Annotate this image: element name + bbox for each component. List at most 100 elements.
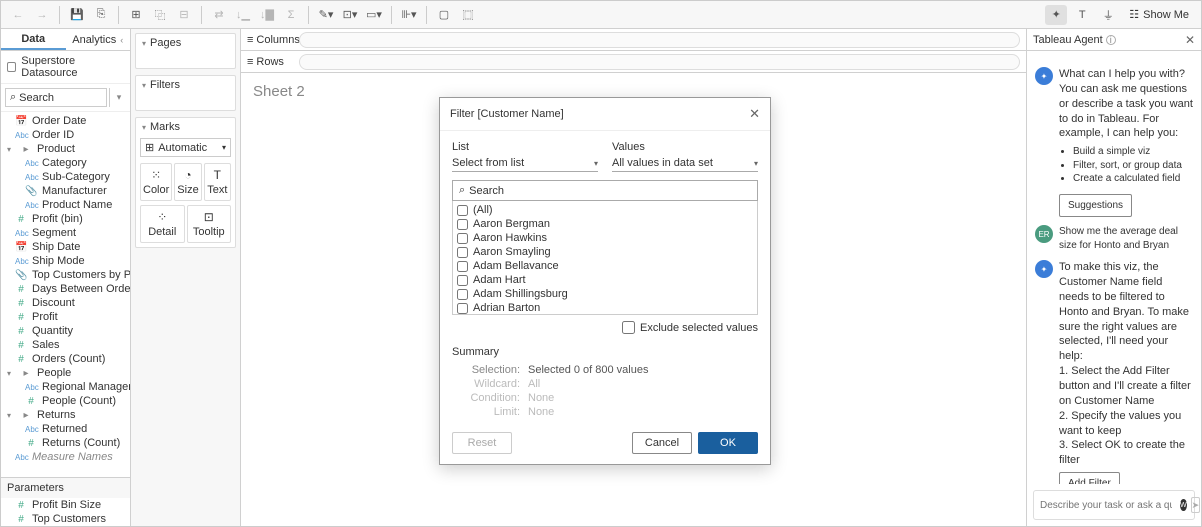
- format-icon[interactable]: T: [1071, 5, 1093, 25]
- filters-card[interactable]: ▾Filters: [135, 75, 236, 111]
- agent-text-input[interactable]: [1040, 500, 1172, 511]
- show-me-button[interactable]: ☷Show Me: [1123, 8, 1195, 21]
- rows-icon: ≡: [247, 56, 253, 68]
- send-button[interactable]: ➤: [1191, 497, 1201, 513]
- field-item[interactable]: #Orders (Count): [1, 352, 130, 366]
- sort-asc-icon[interactable]: ↓▁: [232, 5, 254, 25]
- field-item[interactable]: #Sales: [1, 338, 130, 352]
- clear-icon[interactable]: ⊟: [173, 5, 195, 25]
- worksheet-icon[interactable]: ▭▾: [363, 5, 385, 25]
- filter-item[interactable]: Adam Hart: [457, 273, 753, 287]
- field-item[interactable]: AbcProduct Name: [1, 198, 130, 212]
- field-list: 📅Order DateAbcOrder ID▾▸ProductAbcCatego…: [1, 112, 130, 477]
- save-icon[interactable]: 💾: [66, 5, 88, 25]
- filter-item-checkbox[interactable]: [457, 205, 468, 216]
- filter-item[interactable]: Aaron Bergman: [457, 217, 753, 231]
- mark-color[interactable]: ⁙Color: [140, 163, 172, 201]
- tab-data[interactable]: Data: [1, 29, 66, 50]
- agent-panel: Tableau Agent i ✕ ✦ What can I help you …: [1026, 29, 1201, 526]
- field-item[interactable]: #Profit: [1, 310, 130, 324]
- field-search-input[interactable]: ⌕Search: [5, 88, 107, 107]
- cards-icon[interactable]: ⿴: [457, 5, 479, 25]
- parameters-header: Parameters: [1, 477, 130, 498]
- field-item[interactable]: AbcShip Mode: [1, 254, 130, 268]
- field-item[interactable]: 📅Ship Date: [1, 240, 130, 254]
- filter-search-input[interactable]: ⌕ Search: [452, 180, 758, 201]
- highlight-icon[interactable]: ✎▾: [315, 5, 337, 25]
- back-icon[interactable]: ←: [7, 5, 29, 25]
- info-icon[interactable]: i: [1106, 35, 1116, 45]
- field-item[interactable]: #People (Count): [1, 394, 130, 408]
- field-view-dropdown[interactable]: ▾: [112, 88, 126, 107]
- cancel-button[interactable]: Cancel: [632, 432, 692, 454]
- field-item[interactable]: AbcReturned: [1, 422, 130, 436]
- new-ws-icon[interactable]: ⊞: [125, 5, 147, 25]
- dialog-close-icon[interactable]: ✕: [749, 106, 760, 122]
- field-item[interactable]: #Returns (Count): [1, 436, 130, 450]
- agent-title: Tableau Agent: [1033, 34, 1103, 46]
- dup-icon[interactable]: ⿻: [149, 5, 171, 25]
- filter-item-checkbox[interactable]: [457, 303, 468, 314]
- field-item[interactable]: AbcRegional Manager: [1, 380, 130, 394]
- filter-item[interactable]: Aaron Hawkins: [457, 231, 753, 245]
- filter-item-checkbox[interactable]: [457, 289, 468, 300]
- filter-item[interactable]: Adam Bellavance: [457, 259, 753, 273]
- mark-text[interactable]: TText: [204, 163, 231, 201]
- field-item[interactable]: #Quantity: [1, 324, 130, 338]
- filter-value-list[interactable]: (All)Aaron BergmanAaron HawkinsAaron Sma…: [452, 201, 758, 315]
- field-item[interactable]: #Profit (bin): [1, 212, 130, 226]
- new-data-icon[interactable]: ⎘: [90, 5, 112, 25]
- filter-item-checkbox[interactable]: [457, 275, 468, 286]
- field-item[interactable]: AbcSub-Category: [1, 170, 130, 184]
- filter-item[interactable]: Aaron Smayling: [457, 245, 753, 259]
- field-item[interactable]: AbcOrder ID: [1, 128, 130, 142]
- filter-item-checkbox[interactable]: [457, 261, 468, 272]
- mark-detail[interactable]: ⁘Detail: [140, 205, 185, 243]
- filter-item[interactable]: (All): [457, 203, 753, 217]
- rows-shelf[interactable]: ≡Rows: [241, 51, 1026, 73]
- field-item[interactable]: AbcSegment: [1, 226, 130, 240]
- forward-icon[interactable]: →: [31, 5, 53, 25]
- field-item[interactable]: ▾▸Returns: [1, 408, 130, 422]
- mark-tooltip[interactable]: ⊡Tooltip: [187, 205, 232, 243]
- guide-icon[interactable]: ⏚: [1097, 5, 1119, 25]
- columns-shelf[interactable]: ≡Columns: [241, 29, 1026, 51]
- add-filter-button[interactable]: Add Filter: [1059, 472, 1120, 484]
- values-select[interactable]: All values in data set▾: [612, 155, 758, 172]
- exclude-label: Exclude selected values: [640, 322, 758, 334]
- group-icon[interactable]: ⊡▾: [339, 5, 361, 25]
- pages-card[interactable]: ▾Pages: [135, 33, 236, 69]
- field-item[interactable]: #Discount: [1, 296, 130, 310]
- ok-button[interactable]: OK: [698, 432, 758, 454]
- tab-analytics[interactable]: Analytics‹: [66, 29, 131, 50]
- sort-desc-icon[interactable]: ↓▇: [256, 5, 278, 25]
- field-item[interactable]: 📎Top Customers by P...: [1, 268, 130, 282]
- filter-item-checkbox[interactable]: [457, 247, 468, 258]
- parameter-item[interactable]: #Top Customers: [1, 512, 130, 526]
- totals-icon[interactable]: Σ: [280, 5, 302, 25]
- field-item[interactable]: 📅Order Date: [1, 114, 130, 128]
- filter-item-checkbox[interactable]: [457, 233, 468, 244]
- filter-item[interactable]: Adam Shillingsburg: [457, 287, 753, 301]
- agent-icon[interactable]: ✦: [1045, 5, 1067, 25]
- agent-close-icon[interactable]: ✕: [1185, 33, 1195, 47]
- exclude-checkbox[interactable]: [622, 321, 635, 334]
- parameter-item[interactable]: #Profit Bin Size: [1, 498, 130, 512]
- mark-size[interactable]: ◔Size: [174, 163, 201, 201]
- field-item[interactable]: AbcMeasure Names: [1, 450, 130, 464]
- field-item[interactable]: ▾▸People: [1, 366, 130, 380]
- swap-icon[interactable]: ⇄: [208, 5, 230, 25]
- filter-item[interactable]: Adrian Barton: [457, 301, 753, 315]
- present-icon[interactable]: ▢: [433, 5, 455, 25]
- field-item[interactable]: 📎Manufacturer: [1, 184, 130, 198]
- datasource-row[interactable]: Superstore Datasource: [1, 51, 130, 84]
- field-item[interactable]: AbcCategory: [1, 156, 130, 170]
- reset-button[interactable]: Reset: [452, 432, 512, 454]
- fit-icon[interactable]: ⊪▾: [398, 5, 420, 25]
- mark-type-select[interactable]: ⊞Automatic▾: [140, 138, 231, 157]
- field-item[interactable]: ▾▸Product: [1, 142, 130, 156]
- suggestions-button[interactable]: Suggestions: [1059, 194, 1132, 218]
- list-select[interactable]: Select from list▾: [452, 155, 598, 172]
- filter-item-checkbox[interactable]: [457, 219, 468, 230]
- field-item[interactable]: #Days Between Orde...: [1, 282, 130, 296]
